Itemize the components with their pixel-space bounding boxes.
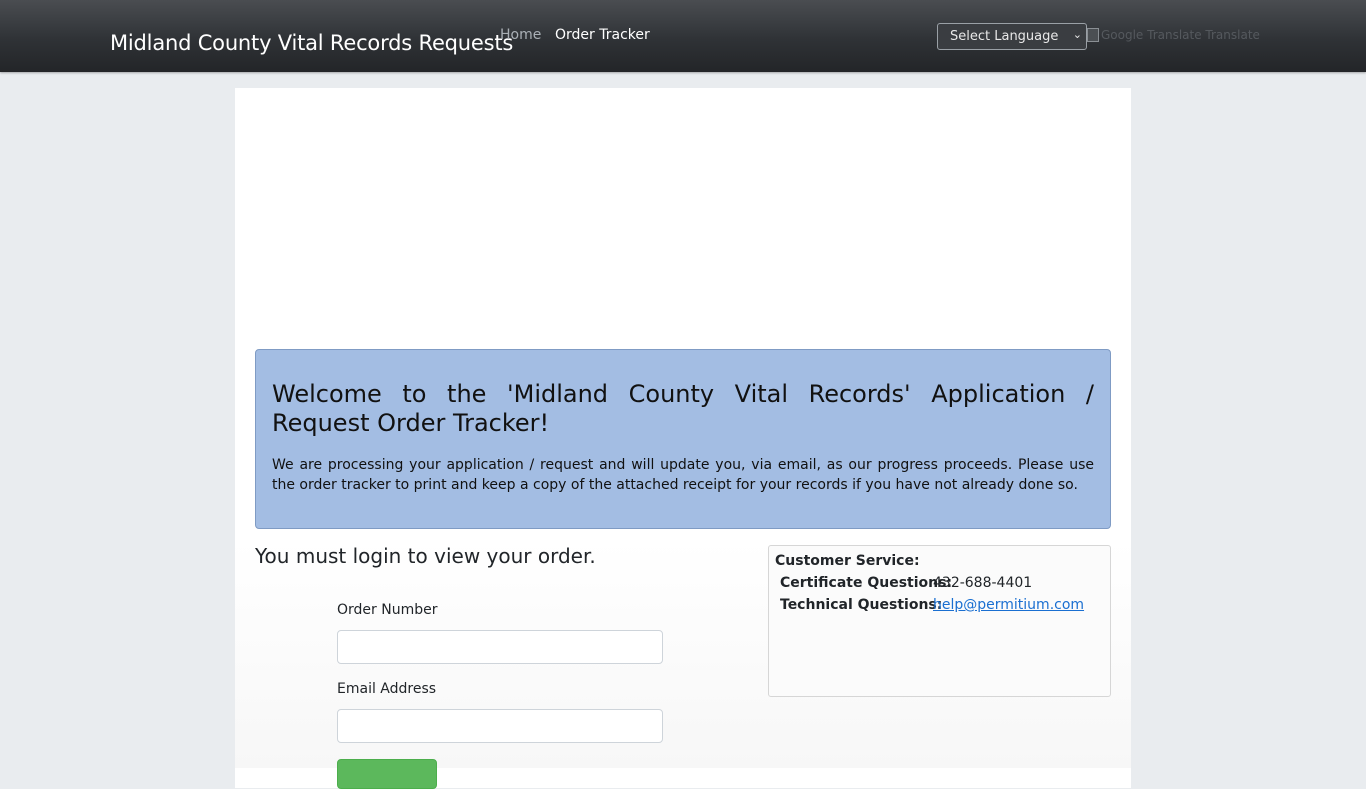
certificate-questions-label: Certificate Questions:: [780, 575, 953, 591]
technical-questions-email-link[interactable]: help@permitium.com: [933, 597, 1084, 613]
chevron-down-icon: ⌄: [1072, 28, 1082, 41]
email-address-label: Email Address: [337, 681, 437, 697]
order-number-label: Order Number: [337, 602, 438, 618]
welcome-panel: Welcome to the 'Midland County Vital Rec…: [255, 349, 1111, 529]
certificate-questions-phone: 432-688-4401: [933, 575, 1033, 591]
brand-title[interactable]: Midland County Vital Records Requests: [110, 31, 513, 55]
order-number-input[interactable]: [337, 630, 663, 664]
broken-image-icon: [1087, 28, 1099, 42]
customer-service-box: Customer Service: Certificate Questions:…: [768, 545, 1111, 697]
technical-questions-label: Technical Questions:: [780, 597, 943, 613]
nav-order-tracker-link[interactable]: Order Tracker: [555, 27, 650, 43]
welcome-body: We are processing your application / req…: [272, 457, 1094, 493]
login-heading: You must login to view your order.: [255, 544, 596, 568]
email-address-input[interactable]: [337, 709, 663, 743]
welcome-heading: Welcome to the 'Midland County Vital Rec…: [272, 380, 1094, 437]
google-translate-alt-text: Google Translate Translate: [1101, 28, 1260, 42]
language-select[interactable]: Select Language ⌄: [937, 23, 1087, 50]
customer-service-title: Customer Service:: [775, 553, 920, 569]
top-navbar: Midland County Vital Records Requests Ho…: [0, 0, 1366, 72]
nav-home-link[interactable]: Home: [500, 27, 541, 43]
login-submit-button[interactable]: [337, 759, 437, 789]
language-select-value: Select Language: [950, 29, 1059, 44]
google-translate-image: Google Translate Translate: [1087, 28, 1260, 42]
